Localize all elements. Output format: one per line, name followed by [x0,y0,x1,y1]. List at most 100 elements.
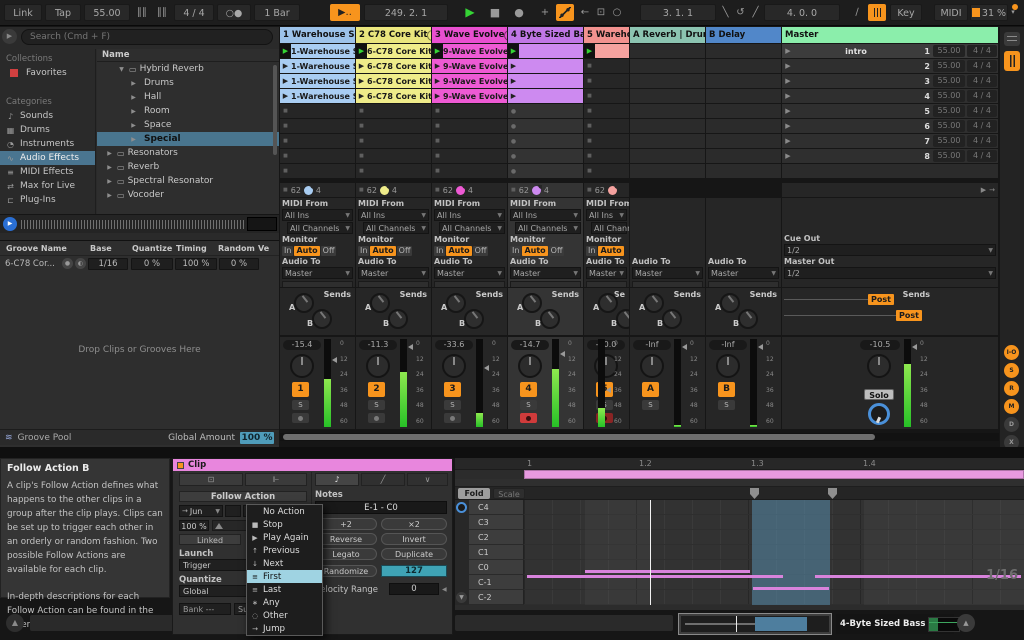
envelopes-tab[interactable]: ╱ [361,473,405,486]
clip-slot[interactable] [630,104,705,118]
quantization-menu[interactable]: 1 Bar [254,4,300,21]
clip-slot[interactable]: ■ [432,164,507,178]
clip-slot[interactable]: ▶ 6-C78 Core Kit [356,89,431,103]
monitor-off-button[interactable]: Off [321,246,337,256]
time-signature-field[interactable]: 4 / 4 [174,4,214,21]
arrangement-position-field[interactable]: 249. 2. 1 [364,4,448,21]
menu-item[interactable]: ≡ First [247,570,322,583]
sidebar-category-item[interactable]: ♪ Sounds [0,109,95,123]
track-header[interactable]: 2 C78 Core Kit ▾ [356,27,431,43]
fold-button[interactable]: Fold [458,488,490,499]
clip-slot[interactable]: ■ [584,119,629,133]
scene-signature-field[interactable]: 4 / 4 [967,105,997,117]
locator-pin-icon[interactable] [828,488,837,499]
clip-slot[interactable]: ▶ 9-Wave Evolve [432,74,507,88]
follow-action-a-select[interactable]: → Jun▼ [179,505,223,517]
clip-launch-icon[interactable]: ■ [280,108,291,114]
name-column-header[interactable]: Name [97,49,279,62]
menu-item[interactable]: ▶ Play Again [247,531,322,544]
menu-item[interactable]: ■ Stop [247,518,322,531]
clip-slot[interactable]: ▶ 1-Warehouse S [280,89,355,103]
scene-launch-icon[interactable]: ▶ [782,62,794,70]
groove-pool-icon[interactable]: ≋ [5,433,13,443]
clip-launch-icon[interactable]: ■ [584,153,595,159]
send-b-knob[interactable]: B [616,309,629,329]
clip-slot[interactable]: ▶ 1-Warehouse S [280,59,355,73]
arrangement-view-toggle[interactable] [1004,32,1020,46]
clip-slot[interactable] [630,149,705,163]
randomize-amount-field[interactable]: 127 [381,565,447,577]
mixer-section-toggle[interactable]: R [1004,381,1019,396]
expand-arrow-icon[interactable]: ▶ [105,150,114,157]
clip-launch-icon[interactable]: ■ [584,93,595,99]
clip-launch-icon[interactable]: ■ [584,78,595,84]
clip-view-header[interactable]: Clip [173,459,452,471]
clip-slot[interactable]: ▶ [508,44,583,58]
clip-slot[interactable]: ● [508,164,583,178]
cue-out-select[interactable]: 1/2▼ [784,244,996,256]
menu-item[interactable]: ≡ Last [247,583,322,596]
chance-a-field[interactable]: 100 % [179,520,209,531]
arm-button[interactable] [444,413,461,423]
clip-launch-icon[interactable]: ■ [356,108,367,114]
tree-row[interactable]: ▶ ▭ Spectral Resonator [97,174,279,188]
clip-slot[interactable] [706,104,781,118]
monitor-off-button[interactable]: Off [397,246,413,256]
track-header[interactable]: 4 Byte Sized Bass ▾ [508,27,583,43]
clip-slot[interactable]: ▶ 9-Wave Evolve [432,44,507,58]
track-menu-icon[interactable]: ▾ [355,30,356,41]
track-header[interactable]: B Delay ▾ [706,27,781,43]
pan-knob[interactable] [640,354,664,378]
arm-button[interactable] [292,413,309,423]
back-to-arrangement-button[interactable]: → [989,186,995,194]
clip-launch-icon[interactable]: ■ [356,153,367,159]
pan-knob[interactable] [716,354,740,378]
clip-slot[interactable] [706,119,781,133]
expand-arrow-icon[interactable]: ▶ [105,164,114,171]
menu-item[interactable]: No Action [247,505,322,518]
track-activator-button[interactable]: 3 [444,382,461,397]
volume-fader-handle[interactable] [606,387,611,393]
clip-launch-icon[interactable]: ■ [356,123,367,129]
send-a-post-toggle[interactable]: Post [868,294,894,305]
send-a-knob[interactable]: A [370,293,390,313]
track-activator-button[interactable]: B [718,382,735,397]
more-tab[interactable]: ∨ [407,473,448,486]
midi-from-select[interactable]: All Ins▼ [358,209,429,221]
clip-slot[interactable]: ■ [584,74,629,88]
groove-lock-icon[interactable]: ● [62,258,73,269]
clip-launch-icon[interactable]: ● [508,168,519,175]
clip-slot[interactable]: ■ [280,104,355,118]
monitor-in-button[interactable]: In [282,246,293,256]
clip-launch-icon[interactable]: ● [508,153,519,160]
clip-slot[interactable] [630,44,705,58]
arm-button[interactable] [368,413,385,423]
key-map-button[interactable]: Key [890,4,922,21]
computer-midi-keyboard-toggle[interactable] [868,4,886,21]
expand-arrow-icon[interactable]: ▶ [129,108,138,115]
audio-to-select[interactable]: Master▼ [358,267,429,279]
scale-button[interactable]: Scale [493,488,525,499]
monitor-auto-button[interactable]: Auto [370,246,395,256]
expand-arrow-icon[interactable]: ▶ [129,80,138,87]
midi-channel-select[interactable]: All Channels▼ [515,222,581,234]
clip-launch-icon[interactable]: ■ [584,168,595,174]
record-button[interactable]: ● [510,4,528,21]
track-header[interactable]: A Reverb | Drum ▾ [630,27,705,43]
send-b-knob[interactable]: B [540,309,560,329]
marker-lane[interactable]: Fold Scale [455,487,1024,500]
clip-launch-icon[interactable]: ▶ [508,44,519,58]
track-activator-button[interactable]: 2 [368,382,385,397]
clip-stop-icon[interactable]: ■ [283,187,288,193]
scene-slot[interactable]: ▶ 3 55.00 4 / 4 [782,74,998,88]
midi-channel-select[interactable]: All Channels▼ [287,222,353,234]
clip-slot[interactable] [706,134,781,148]
monitor-in-button[interactable]: In [358,246,369,256]
midi-channel-select[interactable]: All Channels▼ [363,222,429,234]
clip-launch-icon[interactable]: ▶ [356,92,367,100]
piano-key[interactable]: C4 [469,500,524,515]
sidebar-category-item[interactable]: ⊏ Plug-Ins [0,193,95,207]
clip-slot[interactable]: ▶ [584,44,629,58]
expand-arrow-icon[interactable]: ▶ [129,136,138,143]
clip-launch-icon[interactable]: ■ [432,108,443,114]
